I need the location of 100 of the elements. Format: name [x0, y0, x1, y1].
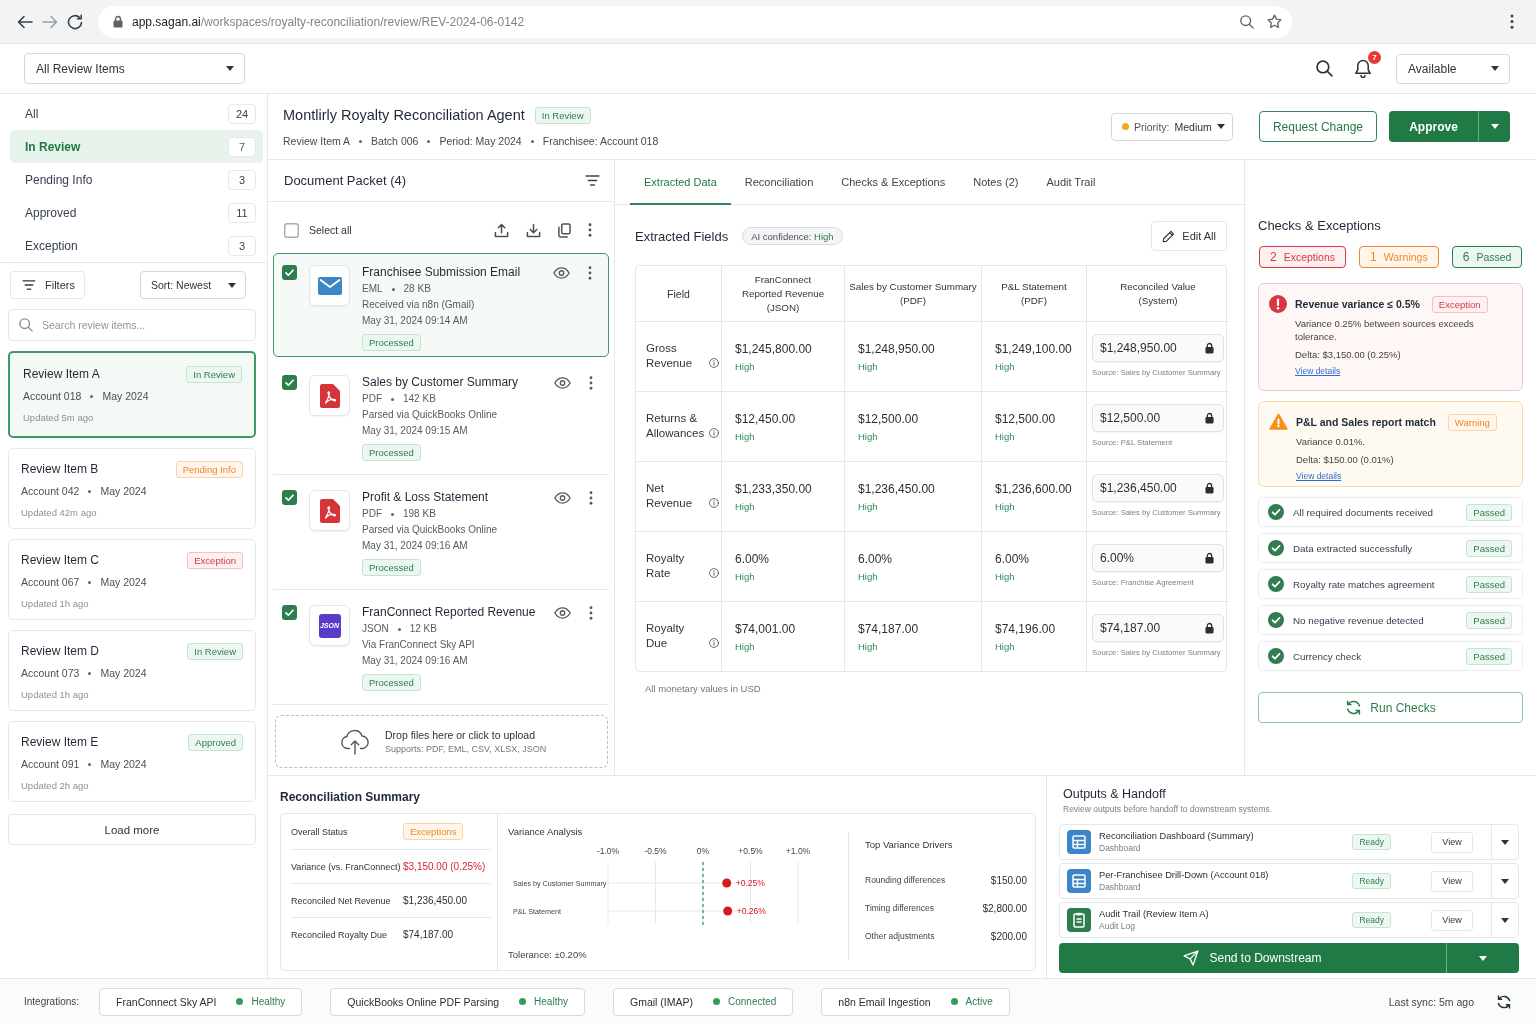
page-title: Montlirly Royalty Reconciliation Agent	[283, 107, 525, 123]
confidence-label: High	[735, 431, 756, 442]
approve-button[interactable]: Approve	[1389, 111, 1478, 142]
field-name: Royalty Rate	[646, 551, 686, 581]
tab[interactable]: Checks & Exceptions	[827, 160, 960, 205]
checkbox[interactable]	[282, 490, 297, 505]
kebab-menu-icon[interactable]	[589, 606, 593, 620]
status-filter-item[interactable]: All 24	[10, 97, 263, 130]
star-icon[interactable]	[1267, 14, 1282, 29]
review-item-title: Review Item E	[21, 735, 99, 749]
checkbox[interactable]	[282, 605, 297, 620]
status-filter-item[interactable]: In Review 7	[10, 130, 263, 163]
select-all-label[interactable]: Select all	[309, 224, 352, 236]
kebab-menu-icon[interactable]	[589, 376, 593, 390]
tab[interactable]: Audit Trail	[1032, 160, 1110, 205]
last-sync-text: Last sync: 5m ago	[1388, 995, 1474, 1008]
bell-icon[interactable]	[1354, 59, 1372, 78]
kebab-menu-icon[interactable]	[588, 266, 592, 280]
review-item-period: May 2024	[100, 666, 147, 680]
eye-icon[interactable]	[554, 607, 571, 619]
kebab-menu-icon[interactable]	[588, 223, 592, 237]
status-filter-item[interactable]: Approved 11	[10, 196, 263, 229]
document-card[interactable]: Sales by Customer Summary PDF 142 KB Parsed via QuickBooks Online May 31, 2024 09:15 AM Processed	[273, 360, 609, 475]
status-badge: Approved	[188, 733, 243, 751]
reconciled-value-field[interactable]: $74,187.00	[1092, 614, 1224, 642]
dropzone-hint: Supports: PDF, EML, CSV, XLSX, JSON	[385, 742, 547, 756]
caret-icon	[1479, 955, 1487, 961]
status-badge: Exception	[187, 551, 243, 569]
checkbox[interactable]	[282, 265, 297, 280]
cell-value: $12,450.00	[735, 411, 797, 427]
tab[interactable]: Extracted Data	[630, 160, 731, 205]
summary-count-badge[interactable]: 6 Passed	[1451, 246, 1523, 268]
reconciled-value-field[interactable]: $1,236,450.00	[1092, 474, 1224, 502]
cell-value: $1,245,800.00	[735, 341, 813, 357]
review-item-card[interactable]: Review Item D In Review Account 073 May 2024 Updated 1h ago	[8, 630, 256, 711]
reconciled-value-field[interactable]: $1,248,950.00	[1092, 334, 1224, 362]
upload-dropzone[interactable]: Drop files here or click to upload Supports: PDF, EML, CSV, XLSX, JSON	[275, 715, 608, 768]
availability-select[interactable]: Available	[1396, 53, 1510, 84]
meta-text: Franchisee: Account 018	[542, 134, 659, 148]
caret-icon[interactable]	[1501, 917, 1509, 923]
view-button[interactable]: View	[1431, 909, 1473, 931]
search-field[interactable]: Search review items...	[8, 309, 256, 341]
approve-menu-button[interactable]	[1478, 111, 1510, 142]
checkbox[interactable]	[284, 222, 299, 238]
document-card[interactable]: Profit & Loss Statement PDF 198 KB Parsed via QuickBooks Online May 31, 2024 09:16 AM Processed	[273, 475, 609, 590]
review-item-card[interactable]: Review Item B Pending Info Account 042 May 2024 Updated 42m ago	[8, 448, 256, 529]
view-button[interactable]: View	[1431, 831, 1473, 853]
search-icon[interactable]	[1240, 14, 1254, 29]
reload-icon[interactable]	[67, 13, 83, 30]
section-title: Extracted Fields	[635, 228, 729, 244]
figure-label: Reconciled Royalty Due	[291, 929, 389, 940]
kebab-menu-icon[interactable]	[1510, 14, 1514, 29]
check-title: Royalty rate matches agreement	[1293, 578, 1435, 590]
document-card[interactable]: Franchisee Submission Email EML 28 KB Received via n8n (Gmail) May 31, 2024 09:14 AM Processed	[273, 253, 609, 357]
clipboard-icon	[1067, 908, 1091, 932]
view-button[interactable]: View	[1431, 870, 1473, 892]
tab[interactable]: Reconciliation	[730, 160, 828, 205]
review-item-card[interactable]: Review Item C Exception Account 067 May 2024 Updated 1h ago	[8, 539, 256, 620]
eye-icon[interactable]	[553, 267, 570, 279]
eye-icon[interactable]	[554, 492, 571, 504]
summary-count-badge[interactable]: 2 Exceptions	[1259, 246, 1347, 268]
output-name: Per-Franchisee Drill-Down (Account 018)	[1099, 869, 1270, 881]
back-arrow-icon[interactable]	[17, 13, 33, 30]
check-description: Variance 0.01%.	[1296, 435, 1366, 448]
edit-all-button[interactable]: Edit All	[1151, 221, 1227, 251]
run-checks-button[interactable]: Run Checks	[1258, 692, 1523, 723]
document-source: Parsed via QuickBooks Online	[362, 523, 499, 537]
search-icon[interactable]	[1316, 60, 1333, 77]
priority-select[interactable]: Priority: Medium	[1110, 112, 1233, 141]
sort-select[interactable]: Sort: Newest	[140, 271, 246, 299]
reconciled-value-field[interactable]: $12,500.00	[1092, 404, 1224, 432]
checkbox[interactable]	[282, 375, 297, 390]
view-select[interactable]: All Review Items	[24, 53, 245, 84]
caret-icon[interactable]	[1501, 839, 1509, 845]
view-details-link[interactable]: View details	[1295, 366, 1341, 376]
refresh-icon[interactable]	[1496, 994, 1512, 1009]
tab[interactable]: Notes (2)	[959, 160, 1033, 205]
upload-icon[interactable]	[494, 222, 509, 238]
address-bar[interactable]: app.sagan.ai/workspaces/royalty-reconciliation/review/REV-2024-06-0142	[98, 5, 1292, 38]
load-more-button[interactable]: Load more	[8, 814, 256, 845]
reconciled-value-field[interactable]: 6.00%	[1092, 544, 1224, 572]
document-source: Received via n8n (Gmail)	[362, 298, 476, 312]
confidence-label: High	[735, 571, 756, 582]
status-filter-item[interactable]: Pending Info 3	[10, 163, 263, 196]
filter-icon[interactable]	[585, 175, 600, 186]
review-item-card[interactable]: Review Item A In Review Account 018 May 2024 Updated 5m ago	[8, 351, 256, 438]
status-filter-item[interactable]: Exception 3	[10, 229, 263, 262]
status-dot-icon	[950, 998, 958, 1005]
request-change-button[interactable]: Request Change	[1258, 111, 1377, 142]
filters-button[interactable]: Filters	[10, 271, 85, 299]
copy-icon[interactable]	[558, 222, 571, 238]
confidence-label: High	[858, 501, 879, 512]
send-button[interactable]: Send to Downstream	[1059, 943, 1446, 973]
dropzone-title: Drop files here or click to upload	[385, 727, 536, 743]
download-icon[interactable]	[526, 222, 541, 238]
review-item-card[interactable]: Review Item E Approved Account 091 May 2024 Updated 2h ago	[8, 721, 256, 802]
kebab-menu-icon[interactable]	[589, 491, 593, 505]
caret-icon[interactable]	[1501, 878, 1509, 884]
view-details-link[interactable]: View details	[1296, 471, 1342, 481]
eye-icon[interactable]	[554, 377, 571, 389]
